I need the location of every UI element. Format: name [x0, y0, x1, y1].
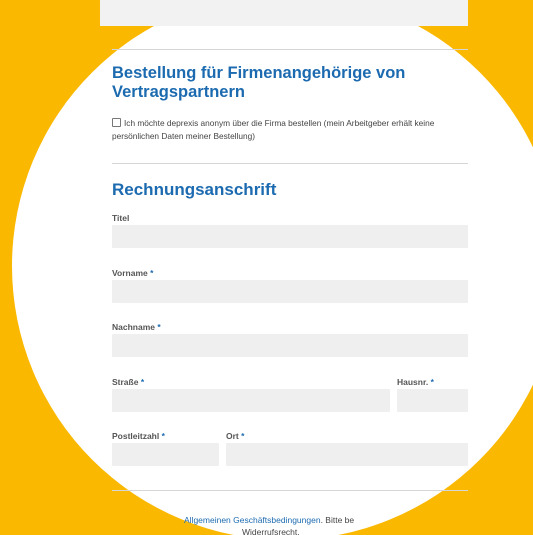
- housenumber-label: Hausnr. *: [397, 377, 434, 387]
- circular-crop: Bestellung für Firmenangehörige von Vert…: [0, 0, 533, 535]
- city-label: Ort *: [226, 431, 245, 441]
- divider-top: [112, 49, 468, 50]
- divider-billing: [112, 163, 468, 164]
- company-order-heading: Bestellung für Firmenangehörige von Vert…: [112, 64, 406, 101]
- street-field[interactable]: [112, 389, 390, 412]
- housenumber-field[interactable]: [397, 389, 468, 412]
- top-bar: [100, 0, 468, 26]
- lastname-field[interactable]: [112, 334, 468, 357]
- street-label: Straße *: [112, 377, 145, 387]
- terms-notice: Allgemeinen Geschäftsbedingungen. Bitte …: [112, 514, 412, 535]
- terms-link[interactable]: Allgemeinen Geschäftsbedingungen: [184, 515, 321, 525]
- divider-footer: [112, 490, 468, 491]
- title-field[interactable]: [112, 225, 468, 248]
- anonymous-checkbox-label: Ich möchte deprexis anonym über die Firm…: [112, 118, 435, 141]
- title-label: Titel: [112, 213, 130, 223]
- firstname-field[interactable]: [112, 280, 468, 303]
- city-field[interactable]: [226, 443, 468, 466]
- withdrawal-text: Widerrufsrecht.: [242, 527, 300, 535]
- firstname-label: Vorname *: [112, 268, 154, 278]
- anonymous-order-option[interactable]: Ich möchte deprexis anonym über die Firm…: [112, 117, 462, 142]
- lastname-label: Nachname *: [112, 322, 161, 332]
- anonymous-checkbox[interactable]: [112, 118, 121, 127]
- terms-text-after: . Bitte be: [320, 515, 355, 525]
- zip-label: Postleitzahl *: [112, 431, 165, 441]
- billing-address-heading: Rechnungsanschrift: [112, 180, 277, 199]
- zip-field[interactable]: [112, 443, 219, 466]
